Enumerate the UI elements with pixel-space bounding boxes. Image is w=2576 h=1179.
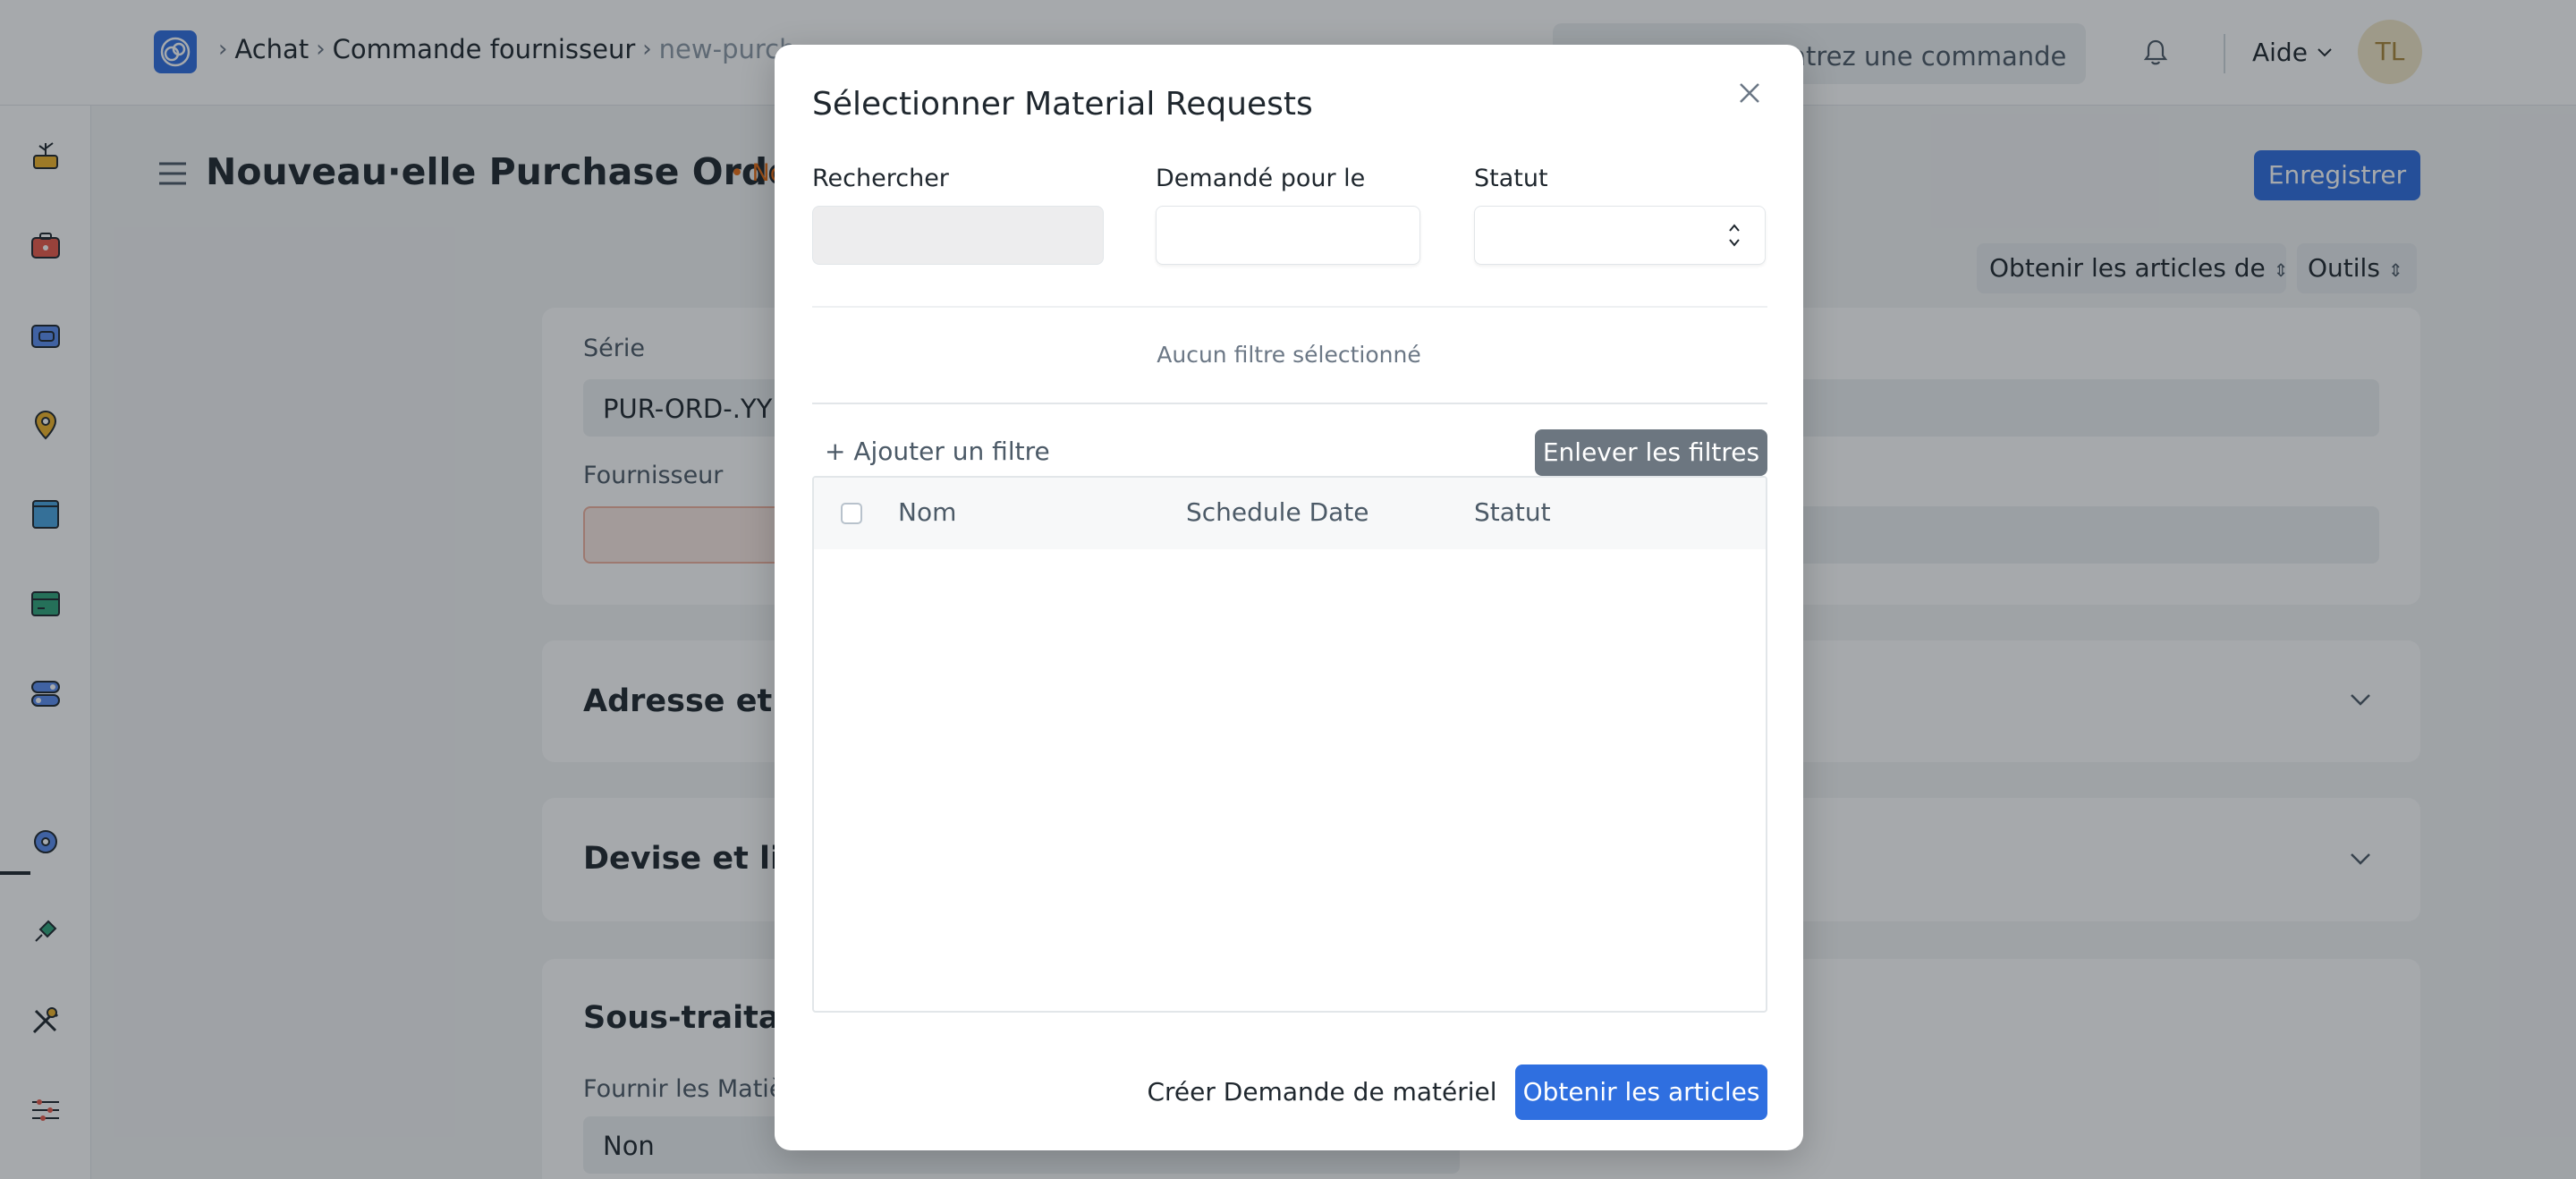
select-arrows-icon <box>1729 224 1740 247</box>
column-header-schedule-date[interactable]: Schedule Date <box>1186 497 1369 527</box>
add-filter-button[interactable]: + Ajouter un filtre <box>825 437 1050 466</box>
no-filter-message: Aucun filtre sélectionné <box>1157 342 1421 368</box>
clear-filters-button[interactable]: Enlever les filtres <box>1535 429 1767 476</box>
status-select[interactable] <box>1474 206 1766 265</box>
search-input[interactable] <box>812 206 1104 265</box>
get-items-button[interactable]: Obtenir les articles <box>1515 1064 1767 1120</box>
close-icon[interactable] <box>1737 81 1762 106</box>
select-material-requests-dialog: Sélectionner Material Requests Recherche… <box>775 45 1803 1150</box>
divider <box>812 306 1767 308</box>
dialog-title: Sélectionner Material Requests <box>812 86 1313 123</box>
create-material-request-button[interactable]: Créer Demande de matériel <box>1145 1064 1499 1120</box>
column-header-status[interactable]: Statut <box>1474 497 1551 527</box>
status-label: Statut <box>1474 165 1548 192</box>
column-header-name[interactable]: Nom <box>898 497 956 527</box>
results-table: Nom Schedule Date Statut <box>812 476 1767 1013</box>
table-header: Nom Schedule Date Statut <box>814 478 1766 549</box>
search-label: Rechercher <box>812 165 949 192</box>
select-all-checkbox[interactable] <box>841 503 862 524</box>
divider <box>812 403 1767 404</box>
schedule-date-input[interactable] <box>1156 206 1420 265</box>
schedule-date-label: Demandé pour le <box>1156 165 1366 192</box>
